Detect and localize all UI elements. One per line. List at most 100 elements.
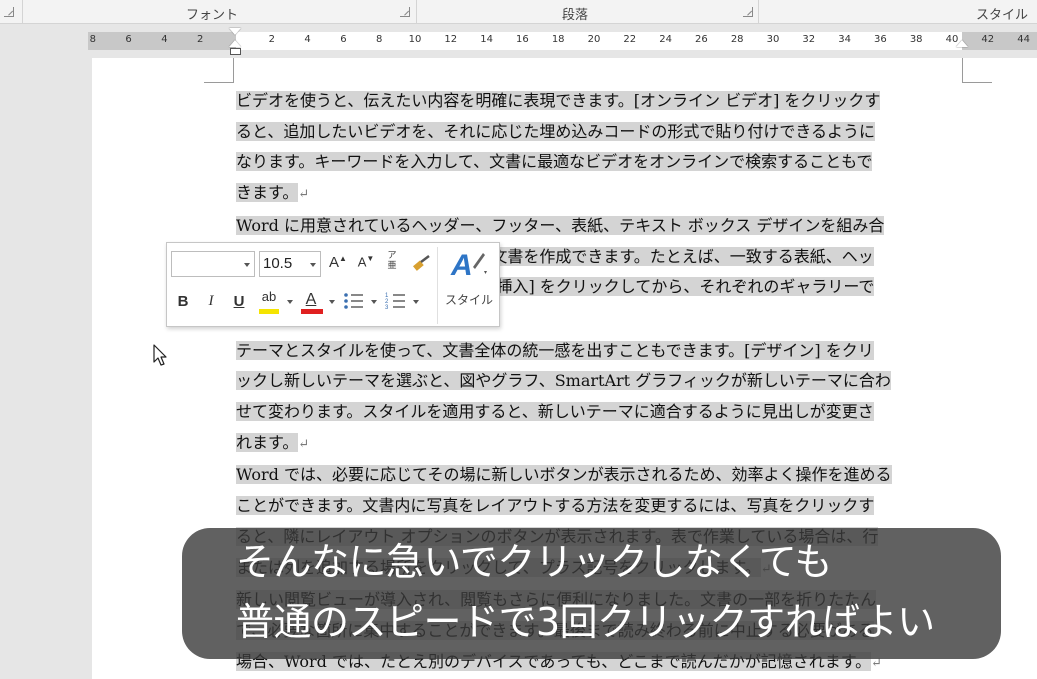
page-corner-mark	[204, 58, 234, 83]
ribbon-group-styles-label: スタイル	[976, 8, 1029, 23]
grow-font-icon: A	[329, 254, 340, 271]
ruler-number: 6	[125, 34, 132, 45]
ruler-number: 38	[909, 34, 923, 45]
selected-text: きます。	[236, 183, 299, 203]
ruler-number: 18	[551, 34, 565, 45]
font-size-value: 10.5	[263, 255, 293, 272]
document-paragraph[interactable]: ビデオを使うと、伝えたい内容を明確に表現できます。[オンライン ビデオ] をクリ…	[236, 86, 963, 211]
mouse-cursor-icon	[153, 344, 167, 366]
caption-line-2: 普通のスピードで3回クリックすればよい	[236, 600, 935, 644]
ribbon-separator	[22, 0, 23, 24]
bold-button[interactable]: B	[175, 293, 191, 310]
italic-button[interactable]: I	[203, 293, 219, 310]
font-color-swatch	[301, 309, 323, 314]
ribbon-group-paragraph-label: 段落	[562, 8, 589, 23]
ruler-number: 12	[444, 34, 458, 45]
ruler-number: 2	[197, 34, 204, 45]
ruler-number: 10	[408, 34, 422, 45]
ruler-number: 22	[623, 34, 637, 45]
grow-font-button[interactable]: A▲	[329, 254, 347, 271]
page-corner-mark	[962, 58, 992, 83]
underline-button[interactable]: U	[231, 293, 247, 310]
phonetic-guide-icon-bottom: 亜	[387, 260, 397, 270]
bullets-icon[interactable]	[343, 291, 365, 311]
text-line: ビデオを使うと、伝えたい内容を明確に表現できます。[オンライン ビデオ] をクリ…	[236, 86, 963, 117]
text-line: ックし新しいテーマを選ぶと、図やグラフ、SmartArt グラフィックが新しいテ…	[236, 366, 963, 397]
chevron-down-icon[interactable]	[371, 300, 377, 304]
chevron-down-icon[interactable]	[413, 300, 419, 304]
ruler-number: 44	[1017, 34, 1030, 45]
document-paragraph[interactable]: テーマとスタイルを使って、文書全体の統一感を出すこともできます。[デザイン] を…	[236, 336, 963, 461]
horizontal-ruler[interactable]: 8 6 4 2 2 4 6 8 10 12 14 16 18 20 22 24 26 28 30 32 34 36 38 40…	[0, 24, 1037, 56]
ruler-number: 30	[766, 34, 780, 45]
selected-text: せて変わります。スタイルを適用すると、新しいテーマに適合するように見出しが変更さ	[236, 402, 874, 422]
selected-text: なります。キーワードを入力して、文書に最適なビデオをオンラインで検索することもで	[236, 152, 873, 172]
right-indent-marker[interactable]	[956, 40, 968, 47]
ruler-number: 8	[376, 34, 383, 45]
text-line: きます。↵	[236, 178, 963, 211]
mini-toolbar: 10.5 A▲ A▼ ア 亜 A スタイル B I U ab A 1 2 3	[166, 242, 500, 327]
ruler-number: 32	[802, 34, 816, 45]
selected-text: Word では、必要に応じてその場に新しいボタンが表示されるため、効率よく操作を…	[236, 465, 892, 485]
text-line: なります。キーワードを入力して、文書に最適なビデオをオンラインで検索することもで	[236, 147, 963, 178]
selected-text: Word に用意されているヘッダー、フッター、表紙、テキスト ボックス デザイン…	[236, 215, 885, 235]
text-line: Word では、必要に応じてその場に新しいボタンが表示されるため、効率よく操作を…	[236, 460, 963, 491]
font-color-icon: A	[305, 291, 317, 308]
first-line-indent-marker[interactable]	[229, 28, 241, 35]
text-line: Word に用意されているヘッダー、フッター、表紙、テキスト ボックス デザイン…	[236, 211, 963, 242]
ribbon-group-bar: フォント 段落 スタイル	[0, 0, 1037, 24]
svg-text:A: A	[450, 249, 473, 281]
paragraph-mark-icon: ↵	[298, 187, 310, 203]
ruler-number: 42	[981, 34, 995, 45]
chevron-down-icon[interactable]	[244, 263, 250, 267]
ruler-number: 4	[161, 34, 168, 45]
ruler-number: 26	[695, 34, 708, 45]
ruler-number: 20	[587, 34, 601, 45]
text-line: テーマとスタイルを使って、文書全体の統一感を出すこともできます。[デザイン] を…	[236, 336, 963, 367]
ruler-number: 14	[480, 34, 493, 45]
numbering-icon[interactable]: 1 2 3	[385, 291, 407, 311]
text-line: ると、追加したいビデオを、それに応じた埋め込みコードの形式で貼り付けできるように	[236, 117, 963, 148]
hanging-indent-marker[interactable]	[229, 40, 241, 47]
highlight-color-swatch	[259, 309, 279, 314]
selected-text: ると、追加したいビデオを、それに応じた埋め込みコードの形式で貼り付けできるように	[236, 121, 876, 141]
ribbon-group-font-label: フォント	[186, 8, 239, 23]
phonetic-guide-icon-top: ア	[387, 250, 397, 260]
ruler-number: 6	[340, 34, 347, 45]
ruler-number: 4	[304, 34, 311, 45]
chevron-down-icon[interactable]	[310, 263, 316, 267]
video-caption: そんなに急いでクリックしなくても 普通のスピードで3回クリックすればよい	[182, 528, 1001, 659]
shrink-font-button[interactable]: A▼	[357, 254, 375, 269]
text-line: せて変わります。スタイルを適用すると、新しいテーマに適合するように見出しが変更さ	[236, 397, 963, 428]
ruler-number: 28	[730, 34, 744, 45]
ruler-number: 24	[659, 34, 672, 45]
selected-text: ビデオを使うと、伝えたい内容を明確に表現できます。[オンライン ビデオ] をクリ…	[236, 91, 881, 110]
svg-text:3: 3	[385, 305, 389, 311]
paragraph-dialog-launcher-icon[interactable]	[743, 7, 753, 17]
ruler-number: 8	[89, 34, 96, 45]
chevron-down-icon[interactable]	[329, 300, 335, 304]
chevron-down-icon[interactable]	[287, 300, 293, 304]
font-dialog-launcher-icon[interactable]	[400, 7, 410, 17]
dialog-launcher-icon[interactable]	[4, 7, 14, 17]
caption-line-1: そんなに急いでクリックしなくても	[236, 540, 832, 584]
selected-text: れます。	[236, 432, 299, 452]
ruler-number: 2	[268, 34, 275, 45]
font-color-button[interactable]: A	[303, 291, 319, 309]
text-line: ことができます。文書内に写真をレイアウトする方法を変更するには、写真をクリックす	[236, 491, 963, 522]
ribbon-separator	[416, 0, 417, 24]
paragraph-mark-icon: ↵	[298, 436, 310, 452]
toolbar-separator	[437, 247, 438, 324]
highlight-button[interactable]: ab	[257, 289, 281, 304]
selected-text: テーマとスタイルを使って、文書全体の統一感を出すこともできます。[デザイン] を…	[236, 340, 874, 360]
highlight-icon: ab	[261, 289, 277, 304]
styles-label[interactable]: スタイル	[443, 291, 495, 308]
left-indent-marker[interactable]	[230, 48, 241, 55]
font-name-box[interactable]	[171, 251, 255, 277]
styles-icon[interactable]: A	[449, 249, 489, 281]
ruler-number: 36	[874, 34, 887, 45]
ruler-number: 16	[516, 34, 529, 45]
font-size-box[interactable]: 10.5	[259, 251, 321, 277]
phonetic-guide-button[interactable]: ア 亜	[385, 250, 399, 270]
format-painter-icon[interactable]	[411, 253, 433, 275]
